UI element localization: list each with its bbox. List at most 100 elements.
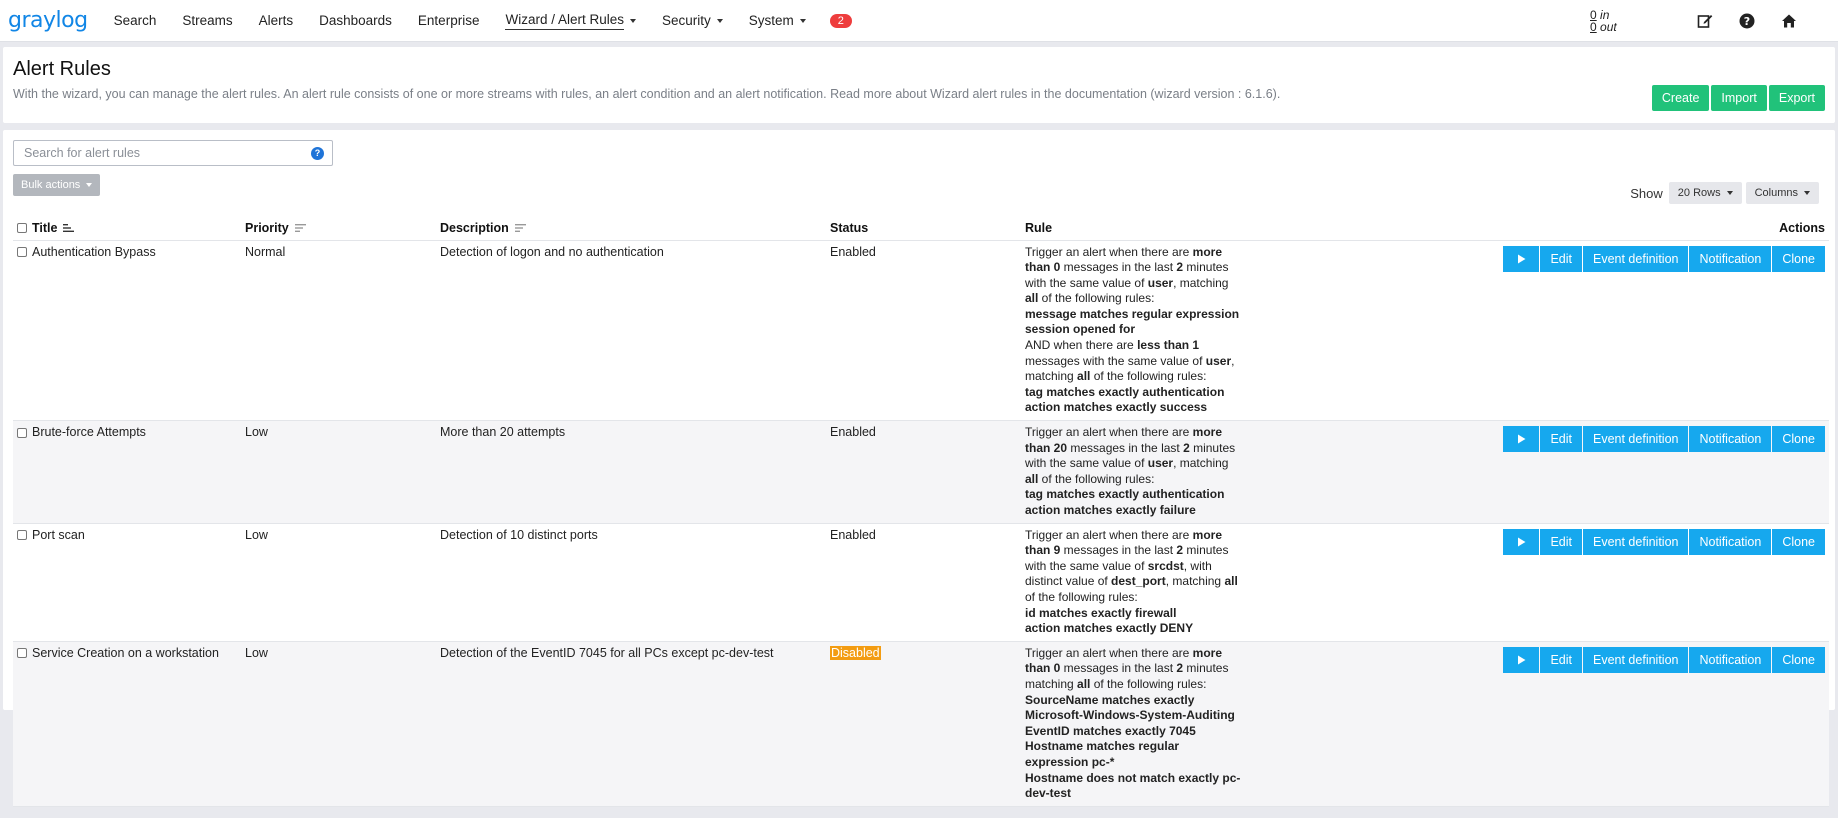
cell-priority: Low — [241, 641, 436, 807]
nav-dashboards[interactable]: Dashboards — [319, 0, 392, 42]
notification-badge[interactable]: 2 — [829, 13, 852, 28]
cell-rule: Trigger an alert when there are more tha… — [1021, 240, 1331, 422]
rule-summary: Trigger an alert when there are more tha… — [1025, 645, 1241, 801]
clone-button[interactable]: Clone — [1772, 646, 1825, 673]
edit-button[interactable]: Edit — [1540, 426, 1582, 453]
chevron-down-icon — [1726, 191, 1733, 195]
nav-security[interactable]: Security — [662, 0, 723, 42]
cell-description: Detection of 10 distinct ports — [436, 523, 826, 642]
home-icon[interactable] — [1780, 12, 1798, 30]
rule-summary: Trigger an alert when there are more tha… — [1025, 244, 1240, 415]
throughput-out-label: out — [1600, 20, 1617, 34]
sort-icon[interactable] — [294, 223, 307, 233]
play-button[interactable] — [1503, 528, 1540, 555]
throughput-indicator[interactable]: 0 in 0 out — [1590, 9, 1626, 33]
row-checkbox[interactable] — [17, 648, 27, 659]
alert-rules-table: Title Priority Description Status Rule A… — [13, 216, 1829, 807]
edit-button[interactable]: Edit — [1540, 528, 1582, 555]
rule-summary: Trigger an alert when there are more tha… — [1025, 425, 1236, 517]
edit-button[interactable]: Edit — [1540, 245, 1582, 272]
nav-alerts[interactable]: Alerts — [259, 0, 294, 42]
column-priority[interactable]: Priority — [241, 216, 436, 241]
nav-system-label: System — [748, 13, 794, 28]
event-definition-button[interactable]: Event definition — [1583, 426, 1689, 453]
notification-button[interactable]: Notification — [1689, 528, 1772, 555]
cell-title: Port scan — [13, 523, 241, 642]
column-description[interactable]: Description — [436, 216, 826, 241]
help-icon[interactable]: ? — [1738, 12, 1756, 30]
nav-streams-label: Streams — [182, 13, 233, 28]
nav-wizard-alert-rules[interactable]: Wizard / Alert Rules — [505, 0, 636, 42]
nav-search[interactable]: Search — [114, 0, 157, 42]
top-navbar: graylog Search Streams Alerts Dashboards… — [0, 0, 1838, 42]
rows-per-page-value: 20 Rows — [1677, 187, 1721, 199]
play-icon — [1517, 537, 1526, 547]
event-definition-button[interactable]: Event definition — [1583, 245, 1689, 272]
row-actions: Edit Event definition Notification Clone — [1335, 646, 1825, 673]
edit-icon[interactable] — [1696, 12, 1714, 30]
select-all-checkbox[interactable] — [17, 223, 27, 234]
cell-priority: Low — [241, 523, 436, 642]
column-title-label: Title — [32, 220, 58, 235]
clone-button[interactable]: Clone — [1772, 426, 1825, 453]
row-checkbox[interactable] — [17, 247, 27, 258]
column-description-label: Description — [440, 220, 509, 235]
svg-text:?: ? — [1744, 15, 1750, 28]
clone-button[interactable]: Clone — [1772, 528, 1825, 555]
nav-alerts-label: Alerts — [258, 13, 294, 28]
play-button[interactable] — [1503, 245, 1540, 272]
nav-system[interactable]: System — [749, 0, 806, 42]
play-button[interactable] — [1503, 426, 1540, 453]
cell-description: More than 20 attempts — [436, 420, 826, 524]
row-checkbox[interactable] — [17, 530, 27, 541]
sort-asc-icon[interactable] — [63, 223, 75, 233]
play-button[interactable] — [1503, 646, 1540, 673]
table-row: Port scan Low Detection of 10 distinct p… — [13, 523, 1829, 642]
row-actions: Edit Event definition Notification Clone — [1335, 528, 1825, 555]
play-icon — [1517, 254, 1526, 263]
rows-per-page-select[interactable]: 20 Rows — [1668, 182, 1742, 204]
clone-button[interactable]: Clone — [1772, 245, 1825, 272]
columns-select[interactable]: Columns — [1745, 182, 1819, 204]
notification-button[interactable]: Notification — [1689, 646, 1772, 673]
chevron-down-icon — [799, 18, 806, 23]
table-row: Service Creation on a workstation Low De… — [13, 641, 1829, 807]
nav-dashboards-label: Dashboards — [319, 13, 392, 28]
chevron-down-icon — [86, 183, 93, 187]
row-checkbox[interactable] — [17, 427, 27, 438]
graylog-logo[interactable]: graylog — [8, 8, 88, 33]
cell-title: Service Creation on a workstation — [13, 641, 241, 807]
row-actions: Edit Event definition Notification Clone — [1335, 426, 1825, 453]
bulk-actions-label: Bulk actions — [21, 179, 81, 191]
cell-actions: Edit Event definition Notification Clone — [1331, 523, 1829, 642]
notification-button[interactable]: Notification — [1689, 245, 1772, 272]
column-title[interactable]: Title — [13, 216, 241, 241]
play-icon — [1517, 434, 1526, 444]
event-definition-button[interactable]: Event definition — [1583, 646, 1689, 673]
bulk-actions-button[interactable]: Bulk actions — [13, 174, 101, 196]
export-button[interactable]: Export — [1768, 85, 1825, 111]
cell-actions: Edit Event definition Notification Clone — [1331, 240, 1829, 422]
search-box: ? — [13, 140, 333, 166]
table-row: Authentication Bypass Normal Detection o… — [13, 240, 1829, 422]
help-icon[interactable]: ? — [311, 146, 324, 160]
columns-label: Columns — [1754, 187, 1798, 199]
page-title: Alert Rules — [13, 58, 111, 80]
search-input[interactable] — [22, 145, 311, 161]
page-description: With the wizard, you can manage the aler… — [13, 87, 1281, 101]
cell-rule: Trigger an alert when there are more tha… — [1021, 420, 1331, 524]
import-button[interactable]: Import — [1711, 85, 1767, 111]
sort-icon[interactable] — [514, 223, 527, 233]
nav-enterprise[interactable]: Enterprise — [418, 0, 480, 42]
notification-button[interactable]: Notification — [1689, 426, 1772, 453]
chevron-down-icon — [716, 18, 723, 23]
table-header-row: Title Priority Description Status Rule A… — [13, 216, 1829, 241]
event-definition-button[interactable]: Event definition — [1583, 528, 1689, 555]
nav-security-label: Security — [662, 13, 711, 28]
edit-button[interactable]: Edit — [1540, 646, 1582, 673]
nav-streams[interactable]: Streams — [182, 0, 232, 42]
rule-title: Brute-force Attempts — [32, 425, 146, 440]
create-button[interactable]: Create — [1651, 85, 1710, 111]
cell-actions: Edit Event definition Notification Clone — [1331, 641, 1829, 807]
cell-title: Authentication Bypass — [13, 240, 241, 422]
